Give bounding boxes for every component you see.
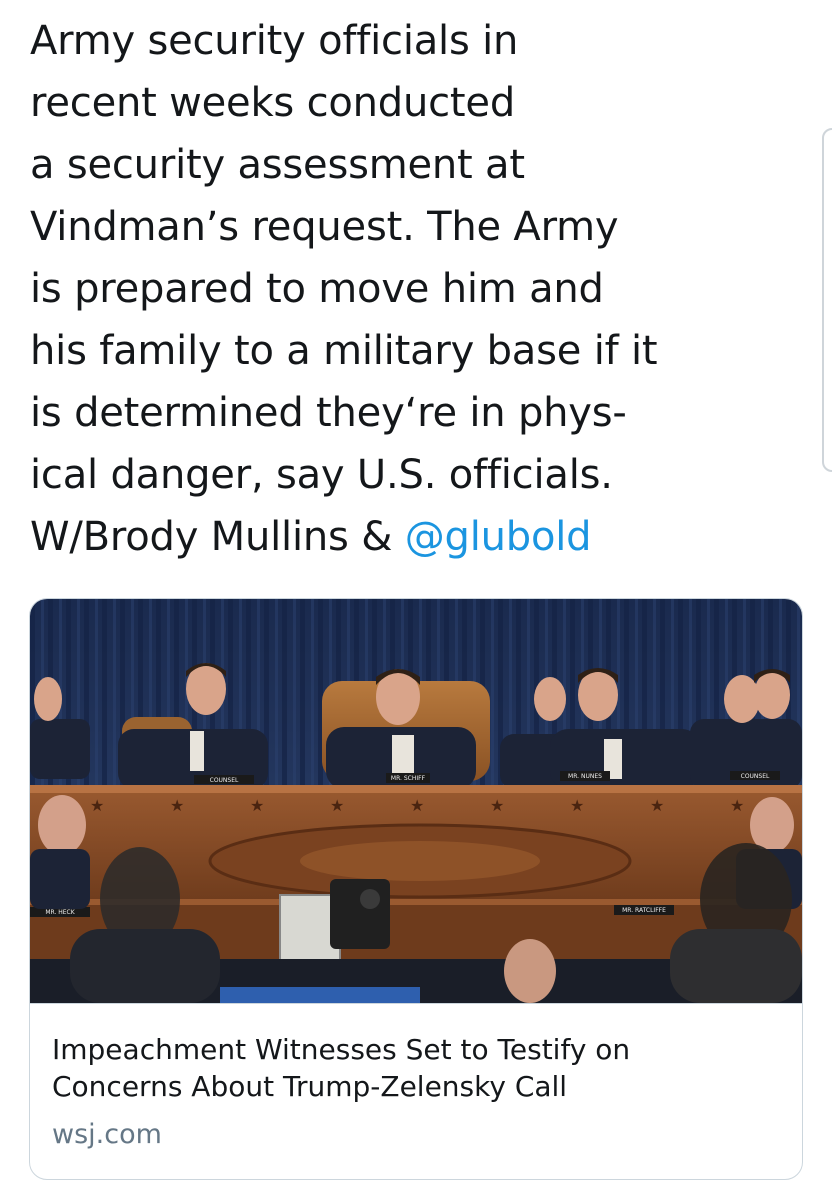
tweet-line: ical danger, say U.S. officials. [30, 452, 613, 498]
tweet-line: a security assessment at [30, 142, 525, 188]
tweet-byline: W/Brody Mullins & [30, 514, 405, 560]
nameplate-counsel-right: COUNSEL [741, 773, 770, 780]
hearing-photo: COUNSEL MR. SCHIFF MR. NUNES COUNSEL ★ ★… [30, 599, 802, 1003]
link-preview-card[interactable]: COUNSEL MR. SCHIFF MR. NUNES COUNSEL ★ ★… [29, 598, 803, 1180]
card-title[interactable]: Impeachment Witnesses Set to Testify on … [52, 1031, 782, 1105]
tweet-line: recent weeks conducted [30, 80, 516, 126]
card-image: COUNSEL MR. SCHIFF MR. NUNES COUNSEL ★ ★… [30, 599, 802, 1004]
nameplate-heck: MR. HECK [45, 909, 75, 916]
nameplate-counsel-left: COUNSEL [210, 777, 239, 784]
svg-text:★: ★ [250, 796, 264, 815]
svg-text:★: ★ [90, 796, 104, 815]
nameplate-ratcliffe: MR. RATCLIFFE [622, 907, 666, 914]
tweet-text: Army security officials in recent weeks … [30, 10, 820, 568]
card-title-line: Impeachment Witnesses Set to Testify on [52, 1033, 631, 1066]
svg-text:★: ★ [410, 796, 424, 815]
tweet-last-line: W/Brody Mullins & @glubold [30, 506, 820, 568]
mention-link[interactable]: @glubold [405, 514, 592, 560]
card-domain: wsj.com [52, 1119, 162, 1150]
svg-text:★: ★ [730, 796, 744, 815]
svg-text:★: ★ [490, 796, 504, 815]
tweet-line: Army security officials in [30, 18, 519, 64]
svg-text:★: ★ [170, 796, 184, 815]
tweet-line: is prepared to move him and [30, 266, 604, 312]
nameplate-schiff: MR. SCHIFF [391, 775, 426, 782]
tweet-line: his family to a military base if it [30, 328, 658, 374]
tweet-line: is determined they‘re in phys- [30, 390, 627, 436]
scroll-indicator [822, 128, 832, 472]
svg-text:★: ★ [330, 796, 344, 815]
card-title-line: Concerns About Trump-Zelensky Call [52, 1070, 568, 1103]
tweet-line: Vindman’s request. The Army [30, 204, 619, 250]
svg-text:★: ★ [570, 796, 584, 815]
svg-text:★: ★ [650, 796, 664, 815]
nameplate-nunes: MR. NUNES [568, 773, 602, 780]
